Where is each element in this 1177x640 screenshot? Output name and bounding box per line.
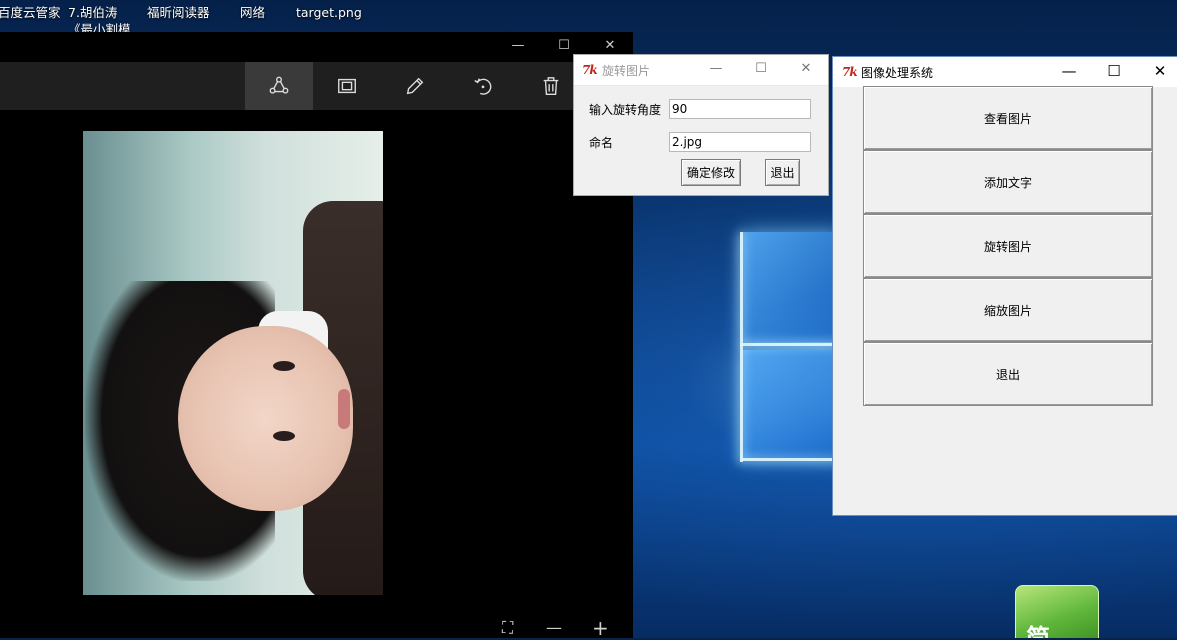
windows-logo-pane [742,350,842,460]
rotate-button[interactable] [449,62,517,110]
desktop-icon-baidu[interactable]: 百度云管家 [0,4,61,21]
close-button[interactable]: ✕ [1148,62,1172,80]
rotate-image-button[interactable]: 旋转图片 [863,214,1153,278]
tk-feather-icon: 7k [582,63,598,77]
photo-region [273,361,295,371]
windows-logo-edge [740,343,840,346]
desktop-icon-pdf[interactable]: 7.胡伯涛《最小割模型在 [68,4,140,54]
name-label: 命名 [589,136,614,150]
edit-icon [406,77,424,95]
close-button[interactable]: ✕ [794,60,818,78]
photo-region [338,389,350,429]
name-input[interactable]: 2.jpg [669,132,811,152]
desktop-icon-row: 百度云管家 7.胡伯涛《最小割模型在 福昕阅读器 网络 target.png [0,0,420,54]
desktop-icon-foxit[interactable]: 福昕阅读器 [147,4,210,21]
rotate-dialog-titlebar[interactable]: 7k 旋转图片 — ☐ ✕ [574,55,828,86]
rotate-icon [474,78,492,95]
maximize-button[interactable]: ☐ [554,38,574,56]
image-processing-window: 7k 图像处理系统 — ☐ ✕ 查看图片 添加文字 旋转图片 缩放图片 退出 [832,56,1177,516]
share-button[interactable] [245,62,313,110]
windows-logo-edge [740,232,743,462]
windows-logo-edge [740,458,840,461]
share-icon [269,76,289,94]
exit-button[interactable]: 退出 [765,159,800,186]
zoom-controls: ⛶ — + [500,616,620,640]
displayed-photo [83,131,383,595]
main-window-title: 图像处理系统 [861,66,934,80]
view-image-button[interactable]: 查看图片 [863,86,1153,150]
angle-label: 输入旋转角度 [589,103,662,117]
add-text-button[interactable]: 添加文字 [863,150,1153,214]
slideshow-button[interactable] [313,62,381,110]
scale-image-button[interactable]: 缩放图片 [863,278,1153,342]
rotate-dialog: 7k 旋转图片 — ☐ ✕ 输入旋转角度 90 命名 2.jpg 确定修改 退出 [573,54,829,196]
desktop-app-icon[interactable]: 简 [1015,585,1099,638]
viewer-titlebar: — ☐ ✕ [0,32,633,62]
minimize-button[interactable]: — [508,38,528,56]
main-titlebar[interactable]: 7k 图像处理系统 — ☐ ✕ [833,57,1177,87]
maximize-button[interactable]: ☐ [1102,62,1126,80]
photo-region [178,326,353,511]
tk-feather-icon: 7k [842,65,858,79]
fit-screen-button[interactable]: ⛶ [502,618,513,638]
maximize-button[interactable]: ☐ [749,60,773,78]
viewer-toolbar [0,62,633,110]
slideshow-icon [338,78,356,94]
delete-icon [543,77,559,95]
edit-button[interactable] [381,62,449,110]
photo-viewer-window: — ☐ ✕ ⛶ — + [0,32,633,640]
angle-input[interactable]: 90 [669,99,811,119]
windows-logo-pane [742,232,842,342]
desktop-icon-target[interactable]: target.png [296,4,362,21]
minimize-button[interactable]: — [704,60,728,78]
minimize-button[interactable]: — [1057,62,1081,80]
rotate-dialog-title: 旋转图片 [602,64,651,78]
exit-button[interactable]: 退出 [863,342,1153,406]
confirm-button[interactable]: 确定修改 [681,159,741,186]
zoom-out-button[interactable]: — [546,618,562,637]
app-glyph: 简 [1026,623,1050,638]
photo-region [273,431,295,441]
desktop-icon-network[interactable]: 网络 [240,4,265,21]
zoom-in-button[interactable]: + [592,616,609,640]
